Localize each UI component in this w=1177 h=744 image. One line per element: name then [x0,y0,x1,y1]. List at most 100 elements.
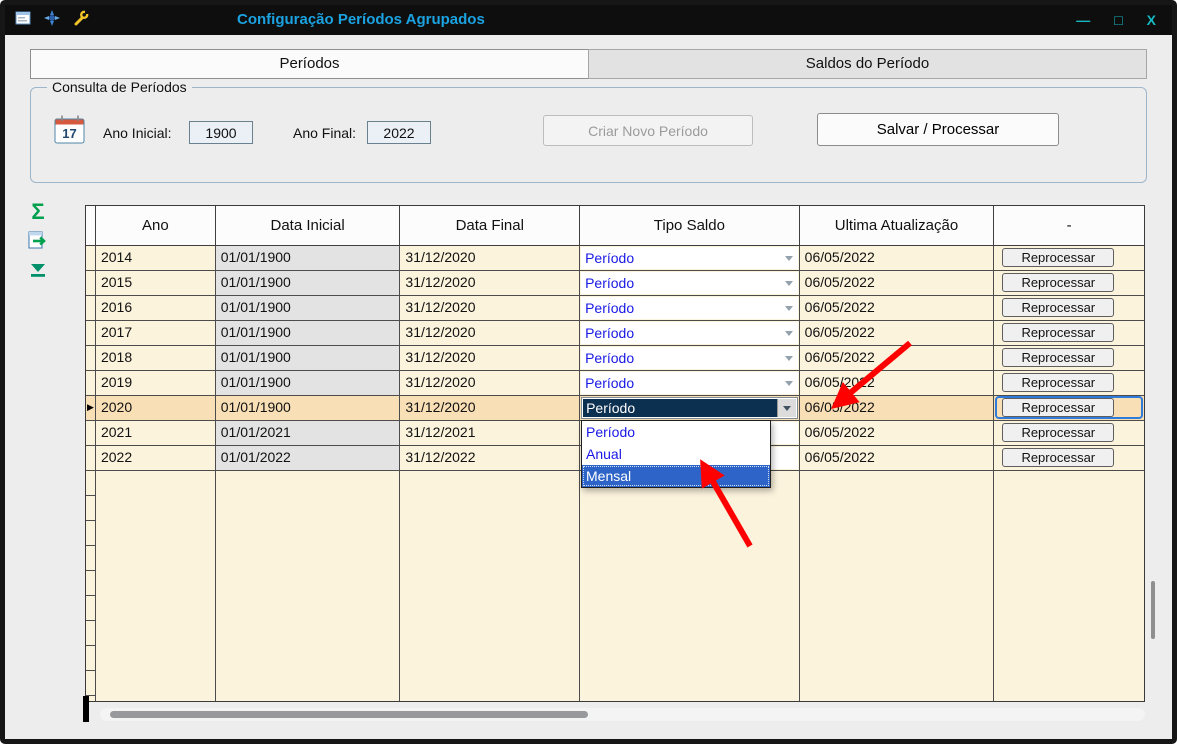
column-header[interactable]: Data Inicial [215,206,401,246]
cell-data-inicial: 01/01/1900 [215,271,401,296]
tipo-saldo-combo[interactable]: Período [581,347,798,369]
close-button[interactable]: X [1147,12,1156,28]
titlebar-icons [15,9,90,31]
editor-selected-text: Período [583,399,777,417]
components-icon[interactable] [44,9,60,31]
calendar-day: 17 [62,126,76,141]
cell-data-inicial: 01/01/2022 [215,446,401,471]
table-row[interactable]: 2017 01/01/1900 31/12/2020 Período 06/05/202… [86,321,1144,346]
tipo-saldo-combo[interactable]: Período [581,272,798,294]
cell-data-inicial: 01/01/1900 [215,246,401,271]
empty-cell [994,696,1144,701]
calendar-icon: 17 [53,113,87,150]
horizontal-scrollbar[interactable] [100,708,1145,721]
table-row[interactable]: 2015 01/01/1900 31/12/2020 Período 06/05/202… [86,271,1144,296]
cell-data-inicial: 01/01/1900 [215,321,401,346]
cell-ano: 2019 [95,371,216,396]
reprocessar-button[interactable]: Reprocessar [1002,423,1115,442]
reprocessar-button[interactable]: Reprocessar [1002,323,1115,342]
dropdown-option[interactable]: Período [582,421,770,443]
empty-cell [400,696,581,701]
reprocessar-button[interactable]: Reprocessar [1002,348,1115,367]
reprocessar-button[interactable]: Reprocessar [1002,248,1115,267]
cell-action: Reprocessar [994,446,1144,471]
table-row[interactable]: 2014 01/01/1900 31/12/2020 Período 06/05/202… [86,246,1144,271]
combo-value: Período [585,299,635,316]
cell-action: Reprocessar [994,296,1144,321]
table-row[interactable]: 2019 01/01/1900 31/12/2020 Período 06/05/202… [86,371,1144,396]
empty-cell [216,571,401,596]
vertical-scrollbar-thumb[interactable] [1151,581,1155,639]
horizontal-scrollbar-thumb[interactable] [110,711,588,718]
reprocessar-button[interactable]: Reprocessar [1002,398,1115,417]
wrench-icon[interactable] [73,9,90,31]
empty-cell [216,471,401,496]
empty-cell [994,571,1144,596]
empty-cell [580,571,800,596]
dropdown-option[interactable]: Anual [582,443,770,465]
ano-final-input[interactable] [367,121,431,144]
tipo-saldo-combo[interactable]: Período [581,322,798,344]
empty-cell [800,696,995,701]
column-header-indicator [86,206,96,246]
minimize-button[interactable]: — [1076,12,1090,28]
cell-action: Reprocessar [994,246,1144,271]
title-bar[interactable]: Configuração Períodos Agrupados — □ X [5,5,1172,35]
table-row[interactable]: 2018 01/01/1900 31/12/2020 Período 06/05/202… [86,346,1144,371]
salvar-processar-button[interactable]: Salvar / Processar [817,113,1059,146]
reprocessar-button[interactable]: Reprocessar [1002,373,1115,392]
table-row[interactable]: 2016 01/01/1900 31/12/2020 Período 06/05/202… [86,296,1144,321]
column-header[interactable]: Tipo Saldo [580,206,800,246]
reprocessar-button[interactable]: Reprocessar [1002,273,1115,292]
dropdown-button[interactable] [776,399,796,417]
empty-row [86,671,1144,696]
column-header[interactable]: Ultima Atualização [799,206,995,246]
tab-periodos[interactable]: Períodos [30,49,589,79]
combo-value: Período [585,324,635,341]
ano-inicial-input[interactable] [189,121,253,144]
column-header[interactable]: Data Final [400,206,581,246]
empty-cell [800,546,995,571]
window-title: Configuração Períodos Agrupados [237,11,485,28]
caret-down-icon [784,380,793,386]
sum-icon[interactable]: Σ [31,201,44,223]
empty-cell [994,546,1144,571]
last-record-icon[interactable] [29,263,47,284]
table-row[interactable]: ▶ 2020 01/01/1900 31/12/2020 Período 06/05/20… [86,396,1144,421]
empty-cell [800,571,995,596]
tipo-saldo-combo[interactable]: Período [581,297,798,319]
reprocessar-button[interactable]: Reprocessar [1002,448,1115,467]
empty-cell [994,621,1144,646]
empty-cell [580,671,800,696]
empty-cell [580,596,800,621]
empty-cell [800,471,995,496]
tipo-saldo-combo[interactable]: Período [581,372,798,394]
window-controls: — □ X [1076,5,1156,35]
empty-cell [96,646,216,671]
empty-cell [800,621,995,646]
empty-cell [994,471,1144,496]
tipo-saldo-combo[interactable]: Período [581,247,798,269]
ano-inicial-label: Ano Inicial: [103,125,172,141]
empty-cell [994,496,1144,521]
empty-cell [216,596,401,621]
form-icon[interactable] [15,11,31,30]
export-grid-icon[interactable] [28,231,49,255]
column-header[interactable]: Ano [95,206,216,246]
tipo-saldo-editor[interactable]: Período [581,397,798,419]
groupbox-title: Consulta de Períodos [47,79,192,95]
empty-row [86,571,1144,596]
tab-saldos-do-periodo[interactable]: Saldos do Período [588,49,1147,79]
tab-strip: Períodos Saldos do Período [30,49,1147,79]
empty-cell [96,471,216,496]
cell-tipo-saldo: Período [580,371,800,396]
maximize-button[interactable]: □ [1114,12,1122,28]
column-header[interactable]: - [994,206,1144,246]
criar-novo-periodo-button[interactable]: Criar Novo Período [543,115,753,146]
dropdown-option[interactable]: Mensal [582,465,770,487]
reprocessar-button[interactable]: Reprocessar [1002,298,1115,317]
row-indicator [86,296,96,321]
empty-cell [400,646,581,671]
empty-cell [800,496,995,521]
empty-cell [580,546,800,571]
